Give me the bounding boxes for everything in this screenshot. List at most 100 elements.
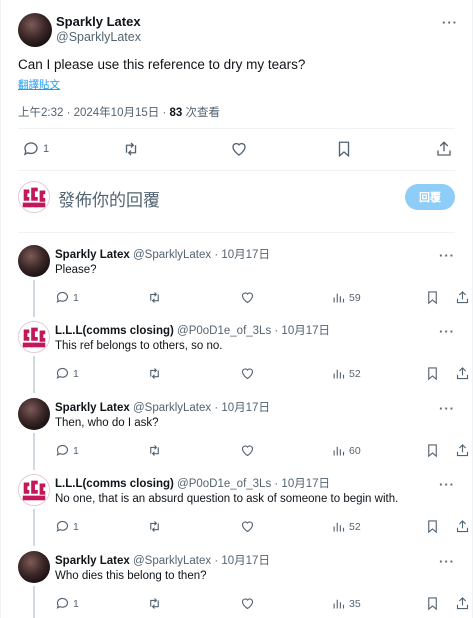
retweet-icon (125, 142, 137, 156)
reply-action[interactable]: 1 (22, 140, 49, 158)
reply-author-name[interactable]: L.L.L(comms closing) (55, 325, 174, 337)
like-action[interactable] (230, 140, 248, 158)
reply-action[interactable]: 1 (55, 519, 79, 534)
reply-item[interactable]: Sparkly Latex @SparklyLatex · 10月17日 ··· W… (18, 546, 469, 618)
author-avatar[interactable] (18, 13, 52, 47)
translate-link[interactable]: 翻譯貼文 (18, 77, 60, 92)
reply-item[interactable]: Sparkly Latex @SparklyLatex · 10月17日 ··· T… (18, 393, 469, 470)
thread-line (33, 433, 35, 470)
reply-item[interactable]: L.L.L(comms closing) @P0oD1e_of_3Ls · 10… (18, 316, 469, 393)
reply-count: 1 (43, 143, 50, 155)
more-options-icon[interactable]: ··· (439, 477, 455, 492)
reply-item[interactable]: Sparkly Latex @SparklyLatex · 10月17日 ··· P… (18, 240, 469, 317)
retweet-action[interactable] (147, 290, 162, 305)
reply-action[interactable]: 1 (55, 366, 79, 381)
reply-icon (56, 597, 69, 609)
retweet-action[interactable] (147, 443, 162, 458)
bookmark-action[interactable] (425, 290, 440, 305)
reply-author-handle[interactable]: @SparklyLatex · 10月17日 (133, 402, 270, 414)
heart-icon (241, 368, 254, 380)
like-action[interactable] (240, 366, 255, 381)
bookmark-icon (428, 367, 437, 381)
pink-logo-avatar-icon (19, 322, 49, 352)
more-options-icon[interactable]: ··· (442, 15, 458, 30)
share-action[interactable] (455, 596, 470, 611)
main-action-bar: 1 (18, 136, 455, 166)
bookmark-action[interactable] (425, 443, 440, 458)
reply-author-handle[interactable]: @SparklyLatex · 10月17日 (133, 555, 270, 567)
bookmark-action[interactable] (335, 140, 353, 158)
retweet-action[interactable] (147, 366, 162, 381)
views-action[interactable]: 52 (331, 366, 361, 381)
reply-author-handle[interactable]: @P0oD1e_of_3Ls · 10月17日 (177, 325, 330, 337)
retweet-action[interactable] (122, 140, 140, 158)
like-action[interactable] (240, 596, 255, 611)
share-action[interactable] (455, 519, 470, 534)
thread-line (33, 356, 35, 393)
reply-avatar[interactable] (18, 321, 50, 353)
bookmark-action[interactable] (425, 366, 440, 381)
reply-button[interactable]: 回覆 (405, 184, 455, 210)
reply-avatar[interactable] (18, 474, 50, 506)
tweet-page: Sparkly Latex @SparklyLatex ··· Can I pl… (0, 0, 473, 618)
reply-count: 1 (73, 597, 79, 610)
like-action[interactable] (240, 443, 255, 458)
bookmark-action[interactable] (425, 519, 440, 534)
share-action[interactable] (455, 443, 470, 458)
reply-header: L.L.L(comms closing) @P0oD1e_of_3Ls · 10… (55, 475, 330, 491)
more-options-icon[interactable]: ··· (439, 248, 455, 263)
reply-icon (56, 444, 69, 456)
retweet-action[interactable] (147, 596, 162, 611)
views-action[interactable]: 52 (331, 519, 361, 534)
reply-author-name[interactable]: L.L.L(comms closing) (55, 478, 174, 490)
like-action[interactable] (240, 519, 255, 534)
view-count: 35 (349, 597, 361, 610)
reply-author-name[interactable]: Sparkly Latex (55, 249, 130, 261)
more-options-icon[interactable]: ··· (439, 554, 455, 569)
reply-author-name[interactable]: Sparkly Latex (55, 555, 130, 567)
main-tweet-header: Sparkly Latex @SparklyLatex ··· (18, 11, 462, 47)
bar-chart-icon (333, 369, 345, 379)
retweet-action[interactable] (147, 519, 162, 534)
tweet-timestamp[interactable]: 上午2:32 · 2024年10月15日 · (18, 107, 170, 119)
reply-avatar[interactable] (18, 398, 50, 430)
reply-item[interactable]: L.L.L(comms closing) @P0oD1e_of_3Ls · 10… (18, 469, 469, 546)
views-action[interactable]: 59 (331, 290, 361, 305)
reply-action[interactable]: 1 (55, 596, 79, 611)
reply-count: 1 (73, 291, 79, 304)
tweet-meta: 上午2:32 · 2024年10月15日 · 83 次查看 (18, 104, 220, 120)
views-action[interactable]: 35 (331, 596, 361, 611)
reply-avatar[interactable] (18, 551, 50, 583)
reply-action[interactable]: 1 (55, 290, 79, 305)
heart-icon (241, 521, 254, 533)
reply-header: Sparkly Latex @SparklyLatex · 10月17日 (55, 399, 270, 415)
more-options-icon[interactable]: ··· (439, 401, 455, 416)
heart-icon (232, 142, 246, 156)
reply-author-name[interactable]: Sparkly Latex (55, 402, 130, 414)
retweet-icon (150, 521, 159, 532)
reply-input[interactable]: 發佈你的回覆 (58, 186, 160, 211)
user-avatar[interactable] (18, 181, 50, 213)
share-action[interactable] (455, 366, 470, 381)
share-action[interactable] (435, 140, 453, 158)
retweet-icon (150, 598, 159, 609)
views-action[interactable]: 60 (331, 443, 361, 458)
author-name[interactable]: Sparkly Latex (56, 14, 141, 29)
reply-avatar[interactable] (18, 245, 50, 277)
tweet-text: Can I please use this reference to dry m… (18, 57, 306, 72)
author-handle[interactable]: @SparklyLatex (56, 30, 141, 44)
more-options-icon[interactable]: ··· (439, 324, 455, 339)
share-action[interactable] (455, 290, 470, 305)
thread-line (33, 280, 35, 317)
like-action[interactable] (240, 290, 255, 305)
reply-count: 1 (73, 520, 79, 533)
reply-action-bar: 1 52 (55, 366, 469, 384)
reply-author-handle[interactable]: @P0oD1e_of_3Ls · 10月17日 (177, 478, 330, 490)
view-count: 83 (169, 107, 183, 119)
reply-action[interactable]: 1 (55, 443, 79, 458)
view-count: 52 (349, 367, 361, 380)
reply-text: Who dies this belong to then? (55, 570, 207, 582)
reply-author-handle[interactable]: @SparklyLatex · 10月17日 (133, 249, 270, 261)
thread-line (33, 509, 35, 546)
bookmark-action[interactable] (425, 596, 440, 611)
